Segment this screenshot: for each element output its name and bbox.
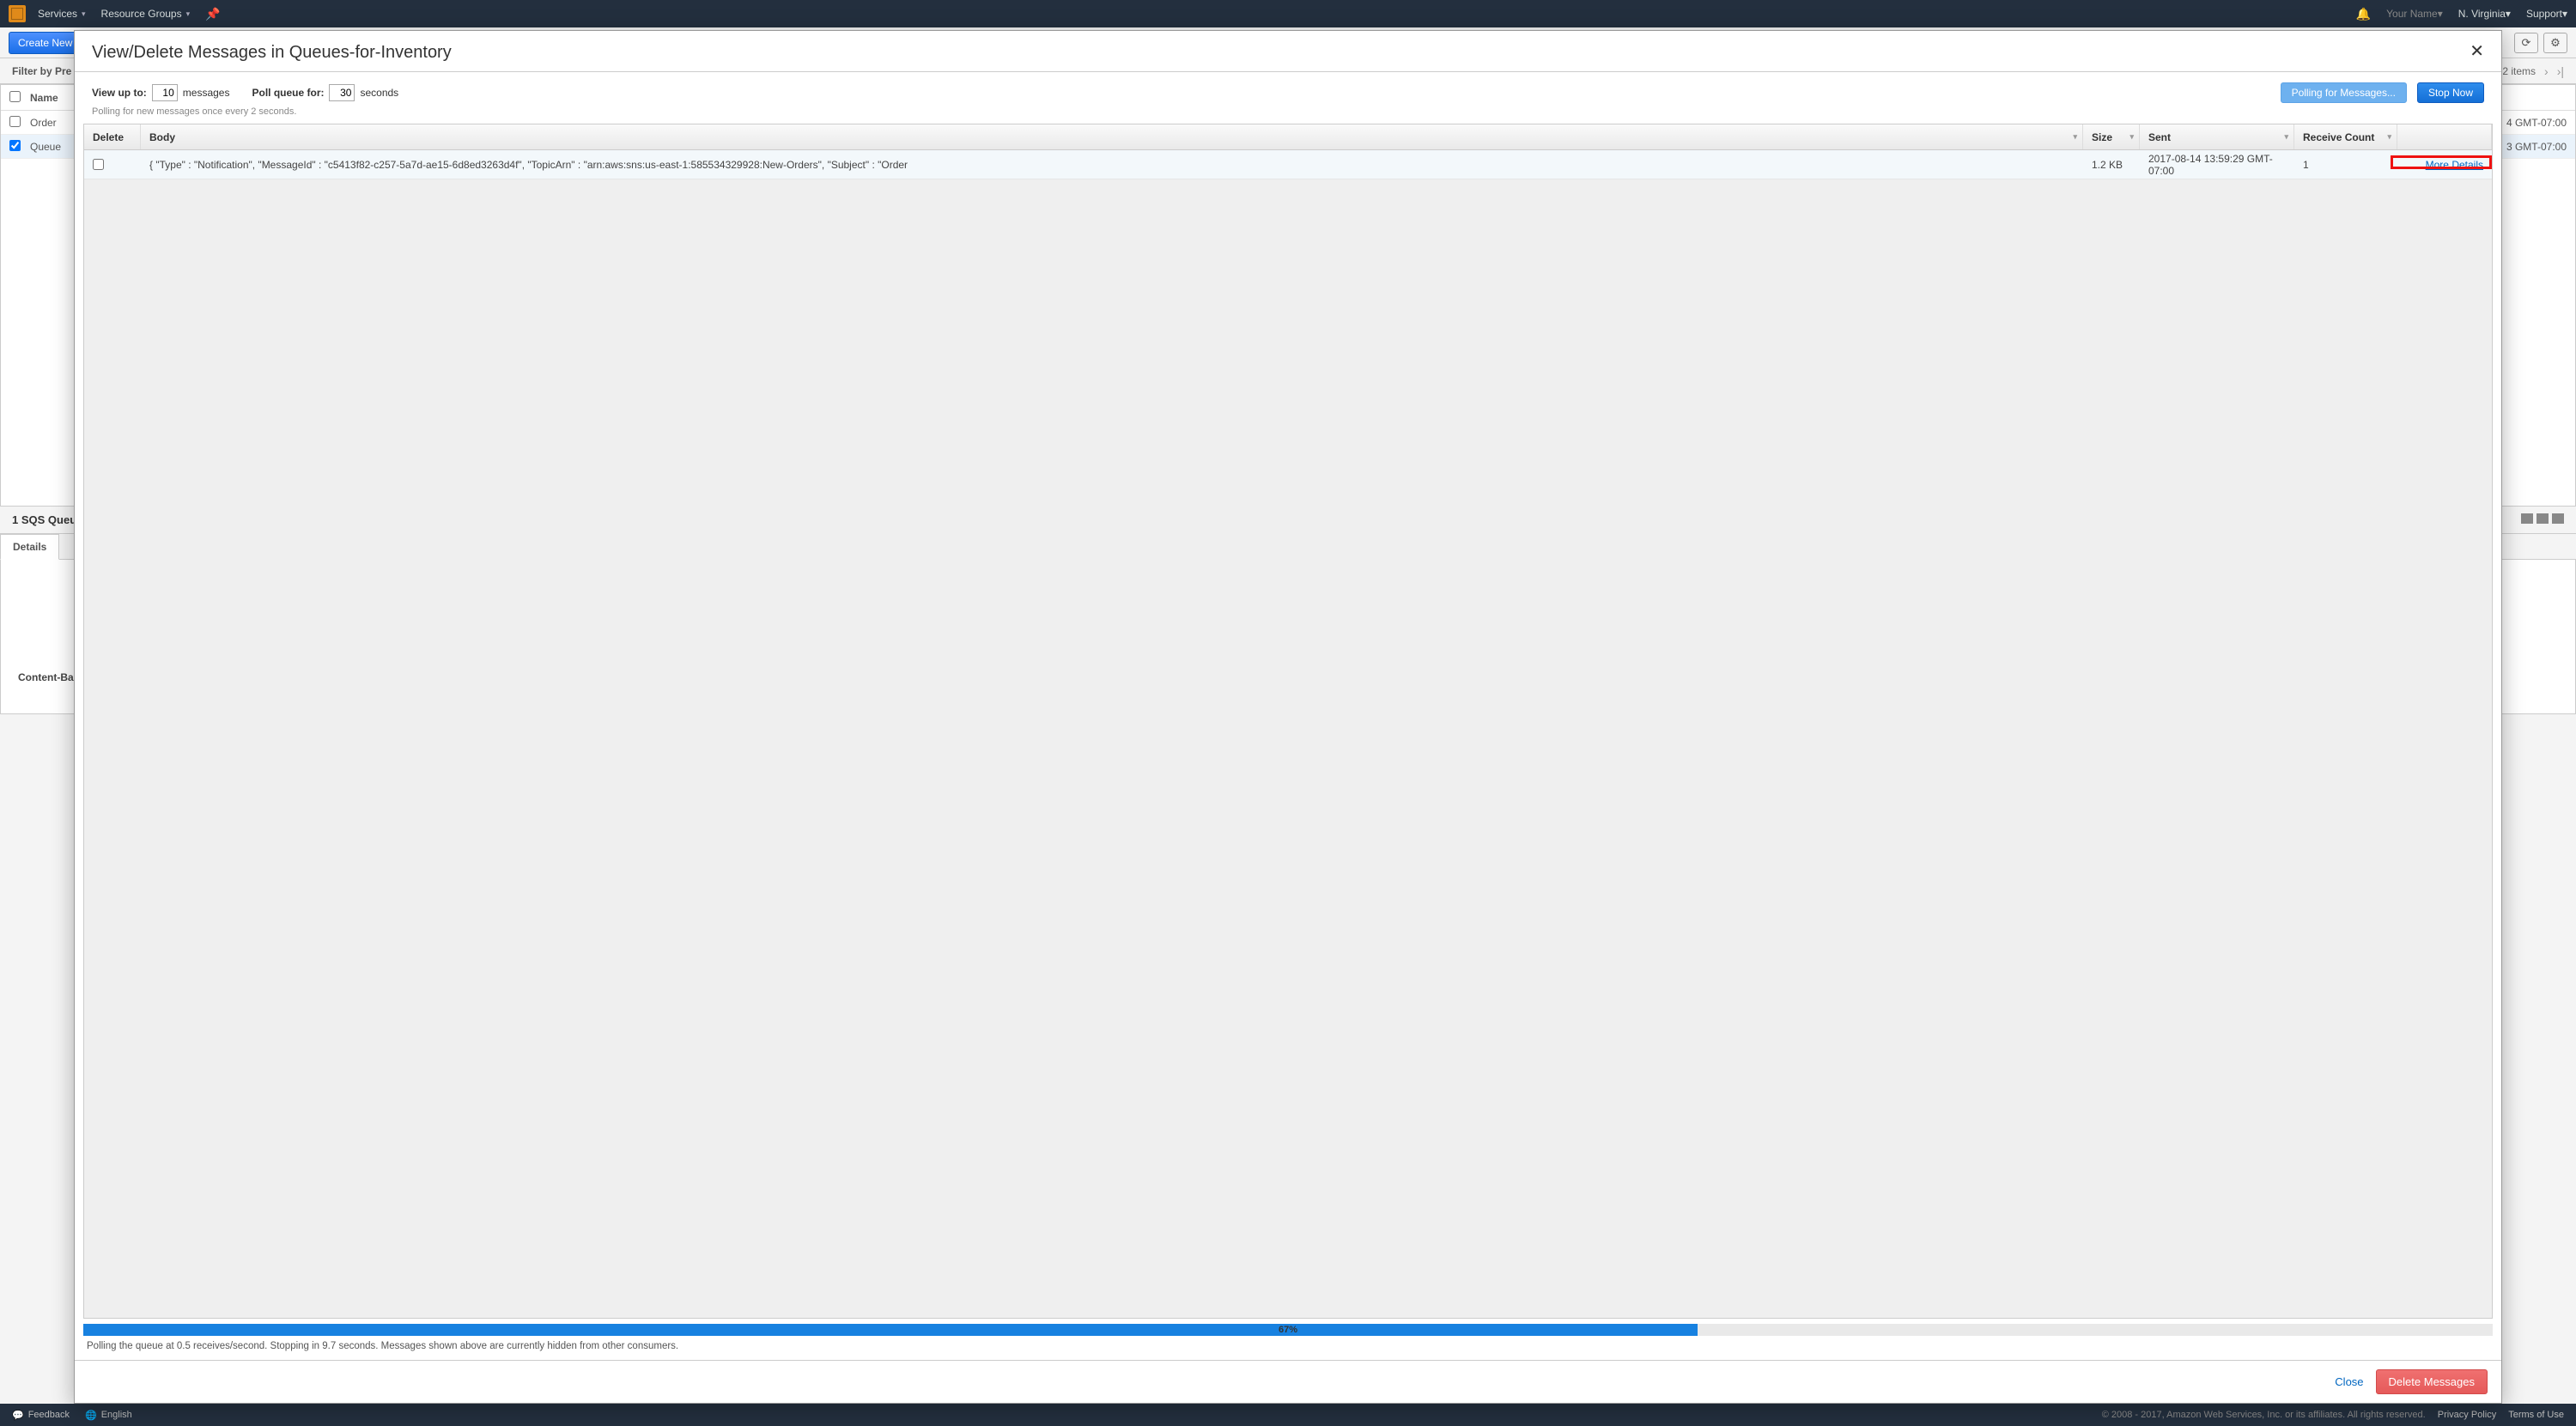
poll-for-input[interactable] xyxy=(329,84,355,101)
globe-icon: 🌐 xyxy=(85,1410,97,1421)
column-actions xyxy=(2397,124,2492,149)
bell-icon: 🔔 xyxy=(2356,7,2371,21)
caret-down-icon: ▾ xyxy=(186,9,191,19)
nav-resource-groups[interactable]: Resource Groups ▾ xyxy=(101,8,191,20)
language-button[interactable]: 🌐 English xyxy=(85,1410,132,1421)
top-nav: Services ▾ Resource Groups ▾ 📌 🔔 Your Na… xyxy=(0,0,2576,27)
seconds-label: seconds xyxy=(360,87,398,99)
privacy-link[interactable]: Privacy Policy xyxy=(2438,1410,2496,1420)
caret-down-icon: ▾ xyxy=(2506,8,2511,20)
view-up-to-label: View up to: xyxy=(92,87,147,99)
modal-close-button[interactable]: ✕ xyxy=(2470,43,2484,60)
nav-user-label: Your Name xyxy=(2386,8,2438,20)
modal-controls: View up to: messages Poll queue for: sec… xyxy=(75,79,2501,106)
column-size[interactable]: Size ▾ xyxy=(2083,124,2140,149)
messages-table-header: Delete Body ▾ Size ▾ Sent ▾ Receive Coun… xyxy=(84,124,2492,150)
divider xyxy=(75,71,2501,72)
view-delete-messages-modal: View/Delete Messages in Queues-for-Inven… xyxy=(74,30,2502,1404)
caret-down-icon: ▾ xyxy=(2562,8,2567,20)
language-label: English xyxy=(101,1410,132,1420)
message-size: 1.2 KB xyxy=(2092,159,2123,171)
sort-caret-icon: ▾ xyxy=(2073,132,2077,142)
polling-button[interactable]: Polling for Messages... xyxy=(2281,82,2407,103)
notifications-bell[interactable]: 🔔 xyxy=(2356,7,2371,21)
polling-progress: 67% xyxy=(83,1324,2493,1336)
column-body-label: Body xyxy=(149,131,175,143)
poll-for-label: Poll queue for: xyxy=(252,87,324,99)
delete-messages-button[interactable]: Delete Messages xyxy=(2376,1369,2488,1394)
caret-down-icon: ▾ xyxy=(2438,8,2443,20)
messages-label: messages xyxy=(183,87,230,99)
sort-caret-icon: ▾ xyxy=(2387,132,2391,142)
modal-footer: Close Delete Messages xyxy=(75,1360,2501,1403)
polling-subtext: Polling for new messages once every 2 se… xyxy=(75,106,2501,124)
nav-services-label: Services xyxy=(38,8,77,20)
footer: 💬 Feedback 🌐 English © 2008 - 2017, Amaz… xyxy=(0,1404,2576,1426)
nav-user[interactable]: Your Name ▾ xyxy=(2386,8,2443,20)
column-receive-count[interactable]: Receive Count ▾ xyxy=(2294,124,2397,149)
nav-region[interactable]: N. Virginia ▾ xyxy=(2458,8,2511,20)
feedback-button[interactable]: 💬 Feedback xyxy=(12,1410,70,1421)
modal-header: View/Delete Messages in Queues-for-Inven… xyxy=(75,31,2501,71)
stop-now-button[interactable]: Stop Now xyxy=(2417,82,2484,103)
aws-logo-icon[interactable] xyxy=(9,5,26,22)
caret-down-icon: ▾ xyxy=(82,9,86,19)
pin-icon[interactable]: 📌 xyxy=(205,7,220,21)
column-receive-count-label: Receive Count xyxy=(2303,131,2374,143)
message-delete-checkbox[interactable] xyxy=(93,159,104,170)
comment-icon: 💬 xyxy=(12,1410,24,1421)
messages-table: Delete Body ▾ Size ▾ Sent ▾ Receive Coun… xyxy=(83,124,2493,1319)
more-details-link[interactable]: More Details xyxy=(2426,159,2483,171)
message-body: { "Type" : "Notification", "MessageId" :… xyxy=(149,159,908,171)
progress-percent: 67% xyxy=(83,1324,2493,1336)
nav-support[interactable]: Support ▾ xyxy=(2526,8,2567,20)
column-delete[interactable]: Delete xyxy=(84,124,141,149)
modal-backdrop: View/Delete Messages in Queues-for-Inven… xyxy=(0,27,2576,1404)
nav-resource-groups-label: Resource Groups xyxy=(101,8,182,20)
column-size-label: Size xyxy=(2092,131,2112,143)
close-icon: ✕ xyxy=(2470,42,2484,61)
view-up-to-input[interactable] xyxy=(152,84,178,101)
column-sent[interactable]: Sent ▾ xyxy=(2140,124,2294,149)
nav-region-label: N. Virginia xyxy=(2458,8,2506,20)
close-button[interactable]: Close xyxy=(2335,1375,2363,1388)
sort-caret-icon: ▾ xyxy=(2284,132,2288,142)
sort-caret-icon: ▾ xyxy=(2129,132,2134,142)
messages-table-body: { "Type" : "Notification", "MessageId" :… xyxy=(84,150,2492,1318)
message-row[interactable]: { "Type" : "Notification", "MessageId" :… xyxy=(84,150,2492,179)
column-sent-label: Sent xyxy=(2148,131,2171,143)
nav-services[interactable]: Services ▾ xyxy=(38,8,86,20)
polling-status: Polling the queue at 0.5 receives/second… xyxy=(83,1338,2493,1360)
column-delete-label: Delete xyxy=(93,131,124,143)
copyright: © 2008 - 2017, Amazon Web Services, Inc.… xyxy=(2102,1410,2426,1420)
message-sent: 2017-08-14 13:59:29 GMT-07:00 xyxy=(2148,153,2286,177)
column-body[interactable]: Body ▾ xyxy=(141,124,2083,149)
modal-title: View/Delete Messages in Queues-for-Inven… xyxy=(92,43,452,63)
nav-support-label: Support xyxy=(2526,8,2562,20)
terms-link[interactable]: Terms of Use xyxy=(2508,1410,2564,1420)
message-receive-count: 1 xyxy=(2303,159,2309,171)
feedback-label: Feedback xyxy=(28,1410,70,1420)
